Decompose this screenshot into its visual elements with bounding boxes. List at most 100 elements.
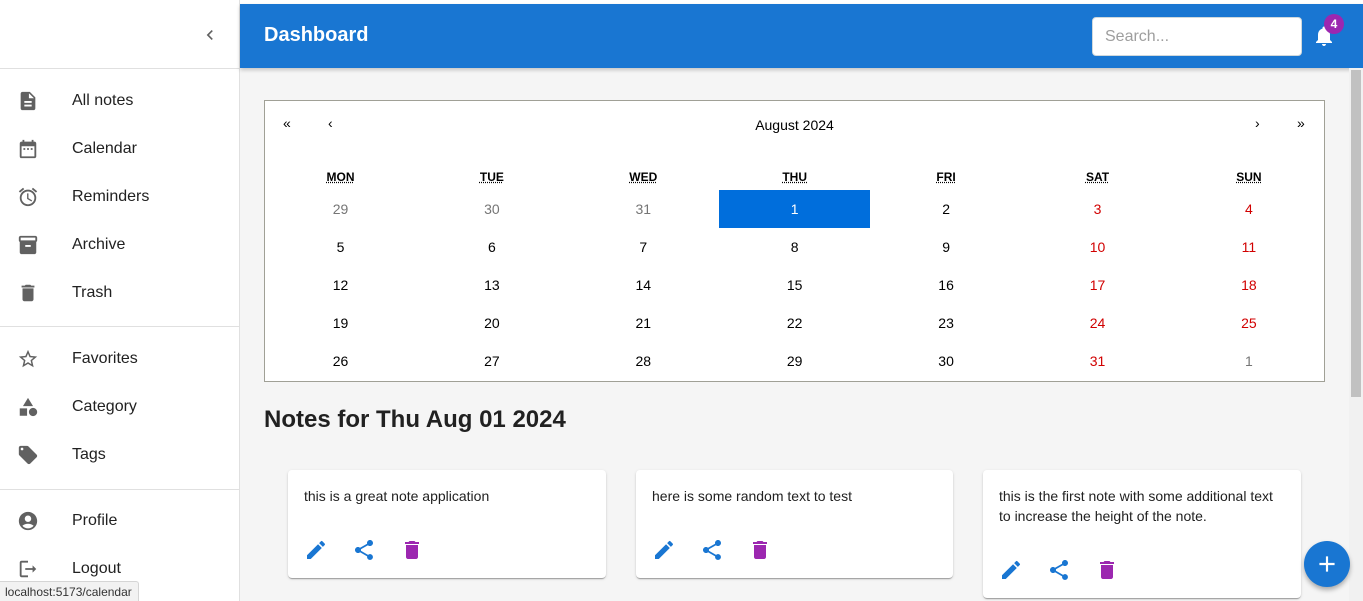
scrollbar-thumb[interactable]: [1351, 70, 1361, 397]
calendar-day[interactable]: 11: [1173, 228, 1324, 266]
delete-note-button[interactable]: [748, 538, 772, 562]
calendar-day[interactable]: 15: [719, 266, 870, 304]
collapse-sidebar-button[interactable]: [200, 25, 220, 45]
tag-icon: [18, 445, 38, 465]
calendar-day[interactable]: 30: [416, 190, 567, 228]
page-title: Dashboard: [264, 24, 369, 46]
edit-note-button[interactable]: [652, 538, 676, 562]
notes-heading: Notes for Thu Aug 01 2024: [264, 406, 566, 433]
note-card[interactable]: here is some random text to test: [636, 470, 953, 578]
calendar-day[interactable]: 16: [871, 266, 1022, 304]
calendar: « ‹ August 2024 › » MON TUE WED THU FRI SAT SU…: [264, 100, 1325, 382]
weekday-label: FRI: [936, 170, 956, 184]
sidebar-item-profile[interactable]: Profile: [0, 497, 239, 545]
calendar-day[interactable]: 20: [416, 304, 567, 342]
calendar-day[interactable]: 8: [719, 228, 870, 266]
note-text: here is some random text to test: [652, 488, 852, 504]
calendar-day-selected[interactable]: 1: [719, 190, 871, 228]
weekday-label: TUE: [479, 170, 504, 184]
sidebar-item-trash[interactable]: Trash: [0, 269, 239, 317]
weekday-label: MON: [326, 170, 355, 184]
calendar-day[interactable]: 12: [265, 266, 416, 304]
calendar-day[interactable]: 4: [1173, 190, 1324, 228]
weekday-label: SAT: [1085, 170, 1110, 184]
calendar-day[interactable]: 17: [1022, 266, 1173, 304]
weekday-label: SUN: [1236, 170, 1262, 184]
calendar-day[interactable]: 1: [1173, 342, 1324, 380]
sidebar-item-calendar[interactable]: Calendar: [0, 125, 239, 173]
sidebar-item-favorites[interactable]: Favorites: [0, 335, 239, 383]
calendar-day[interactable]: 14: [568, 266, 719, 304]
calendar-day[interactable]: 19: [265, 304, 416, 342]
note-card[interactable]: this is the first note with some additio…: [983, 470, 1301, 598]
calendar-day[interactable]: 9: [871, 228, 1022, 266]
calendar-day[interactable]: 31: [1022, 342, 1173, 380]
calendar-day[interactable]: 29: [265, 190, 416, 228]
sidebar-item-tags[interactable]: Tags: [0, 431, 239, 479]
calendar-day[interactable]: 3: [1022, 190, 1173, 228]
share-icon: [1050, 560, 1068, 580]
calendar-day[interactable]: 27: [416, 342, 567, 380]
sidebar-item-label: Archive: [72, 236, 126, 253]
sidebar-item-reminders[interactable]: Reminders: [0, 173, 239, 221]
sidebar-item-label: Category: [72, 398, 137, 415]
calendar-day[interactable]: 21: [568, 304, 719, 342]
trash-icon: [753, 541, 767, 559]
sidebar-item-label: All notes: [72, 92, 134, 109]
weekday-header: FRI: [871, 170, 1022, 184]
sidebar-nav-main: All notes Calendar Reminders Archive Tra…: [0, 69, 239, 327]
sidebar-item-label: Logout: [72, 560, 121, 577]
add-note-button[interactable]: [1304, 541, 1350, 587]
calendar-day[interactable]: 26: [265, 342, 416, 380]
calendar-day[interactable]: 18: [1173, 266, 1324, 304]
logout-icon: [19, 560, 37, 578]
weekday-header: THU: [719, 170, 870, 184]
weekday-header: TUE: [416, 170, 567, 184]
next-year-button[interactable]: »: [1297, 115, 1305, 131]
calendar-day[interactable]: 2: [871, 190, 1022, 228]
note-actions: [652, 538, 772, 562]
calendar-day[interactable]: 13: [416, 266, 567, 304]
note-actions: [304, 538, 424, 562]
share-icon: [703, 540, 721, 560]
calendar-day[interactable]: 24: [1022, 304, 1173, 342]
weekday-label: WED: [629, 170, 658, 184]
notification-badge: 4: [1324, 14, 1344, 34]
delete-note-button[interactable]: [1095, 558, 1119, 582]
star-icon: [18, 349, 38, 368]
account-icon: [18, 511, 38, 531]
calendar-day[interactable]: 22: [719, 304, 870, 342]
sidebar-item-archive[interactable]: Archive: [0, 221, 239, 269]
calendar-day[interactable]: 30: [871, 342, 1022, 380]
edit-note-button[interactable]: [999, 558, 1023, 582]
weekday-header: SAT: [1022, 170, 1173, 184]
sidebar-item-all-notes[interactable]: All notes: [0, 77, 239, 125]
next-month-button[interactable]: ›: [1255, 115, 1260, 131]
search-input[interactable]: [1092, 17, 1302, 56]
share-note-button[interactable]: [1047, 558, 1071, 582]
calendar-day[interactable]: 5: [265, 228, 416, 266]
month-label[interactable]: August 2024: [265, 117, 1324, 133]
calendar-day[interactable]: 31: [568, 190, 719, 228]
sidebar-item-category[interactable]: Category: [0, 383, 239, 431]
edit-note-button[interactable]: [304, 538, 328, 562]
share-note-button[interactable]: [352, 538, 376, 562]
share-icon: [355, 540, 373, 560]
status-bar-url: localhost:5173/calendar: [0, 581, 139, 601]
weekday-header: WED: [568, 170, 719, 184]
pencil-icon: [655, 540, 674, 559]
calendar-day[interactable]: 25: [1173, 304, 1324, 342]
calendar-day[interactable]: 29: [719, 342, 870, 380]
calendar-day[interactable]: 7: [568, 228, 719, 266]
category-icon: [19, 397, 38, 417]
pencil-icon: [307, 540, 326, 559]
calendar-day[interactable]: 6: [416, 228, 567, 266]
calendar-day[interactable]: 23: [871, 304, 1022, 342]
delete-note-button[interactable]: [400, 538, 424, 562]
calendar-day[interactable]: 28: [568, 342, 719, 380]
chevron-left-icon: [206, 30, 213, 40]
note-card[interactable]: this is a great note application: [288, 470, 606, 578]
share-note-button[interactable]: [700, 538, 724, 562]
calendar-day[interactable]: 10: [1022, 228, 1173, 266]
pencil-icon: [1002, 560, 1021, 579]
